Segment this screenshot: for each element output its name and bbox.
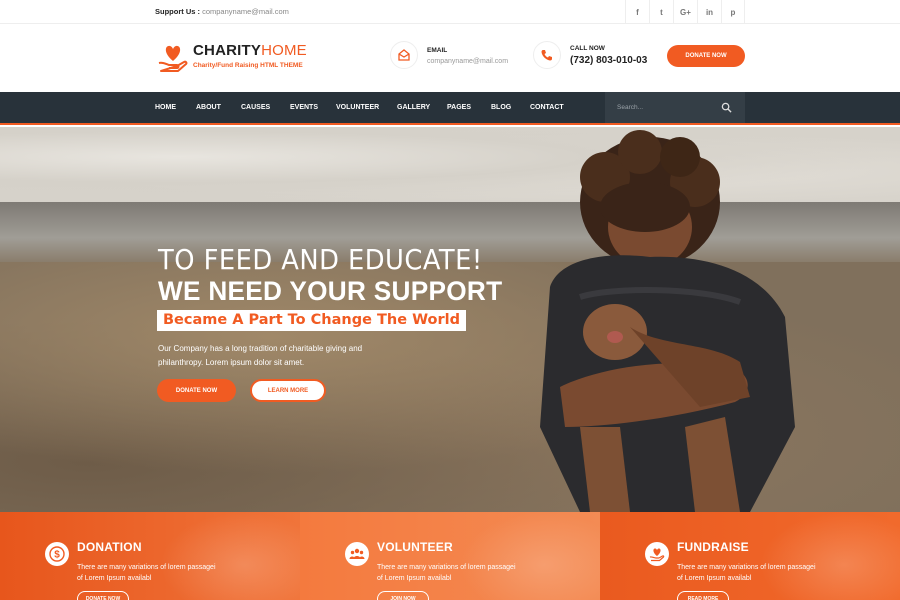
hero-heading-line2: WE NEED YOUR SUPPORT xyxy=(158,276,503,306)
social-links: f t G+ in p xyxy=(625,0,745,24)
nav-item-gallery[interactable]: GALLERY xyxy=(397,104,430,111)
hero-banner: TO FEED AND EDUCATE! WE NEED YOUR SUPPOR… xyxy=(0,127,900,512)
nav-item-about[interactable]: ABOUT xyxy=(196,104,221,111)
nav-item-pages[interactable]: PAGES xyxy=(447,104,471,111)
email-value[interactable]: companyname@mail.com xyxy=(427,58,508,65)
feature-donate-button[interactable]: DONATE NOW xyxy=(77,591,129,600)
twitter-icon[interactable]: t xyxy=(649,0,673,24)
logo-subtitle: Charity/Fund Raising HTML THEME xyxy=(193,62,303,69)
feature-text: There are many variations of lorem passa… xyxy=(77,564,216,582)
feature-photo-overlay xyxy=(160,512,300,600)
feature-volunteer: VOLUNTEER There are many variations of l… xyxy=(300,512,600,600)
linkedin-icon[interactable]: in xyxy=(697,0,721,24)
call-label: CALL NOW xyxy=(570,45,605,52)
site-header: CHARITYHOME Charity/Fund Raising HTML TH… xyxy=(0,24,900,92)
feature-fundraise: FUNDRAISE There are many variations of l… xyxy=(600,512,900,600)
nav-search xyxy=(605,92,745,123)
nav-item-contact[interactable]: CONTACT xyxy=(530,104,564,111)
feature-strip: $ DONATION There are many variations of … xyxy=(0,512,900,600)
feature-title: VOLUNTEER xyxy=(377,540,453,554)
top-bar: Support Us : companyname@mail.com f t G+… xyxy=(0,0,900,24)
phone-number[interactable]: (732) 803-010-03 xyxy=(570,55,647,66)
feature-join-button[interactable]: JOIN NOW xyxy=(377,591,429,600)
phone-icon xyxy=(533,41,561,69)
feature-donation: $ DONATION There are many variations of … xyxy=(0,512,300,600)
main-nav: HOME ABOUT CAUSES EVENTS VOLUNTEER GALLE… xyxy=(0,92,900,125)
logo-accent-text: HOME xyxy=(261,42,307,59)
feature-photo-overlay xyxy=(460,512,600,600)
email-label: EMAIL xyxy=(427,47,448,54)
hero-child-image xyxy=(540,130,795,512)
hero-donate-button[interactable]: DONATE NOW xyxy=(157,379,236,402)
pinterest-icon[interactable]: p xyxy=(721,0,745,24)
feature-title: DONATION xyxy=(77,540,142,554)
nav-item-events[interactable]: EVENTS xyxy=(290,104,318,111)
svg-text:$: $ xyxy=(54,550,60,561)
group-icon xyxy=(345,542,369,566)
support-label: Support Us : xyxy=(155,7,200,16)
heart-hand-icon xyxy=(645,542,669,566)
feature-text: There are many variations of lorem passa… xyxy=(377,564,516,582)
feature-text: There are many variations of lorem passa… xyxy=(677,564,816,582)
feature-title: FUNDRAISE xyxy=(677,540,749,554)
dollar-icon: $ xyxy=(45,542,69,566)
logo-title[interactable]: CHARITYHOME xyxy=(193,42,307,59)
nav-item-causes[interactable]: CAUSES xyxy=(241,104,270,111)
hero-description: Our Company has a long tradition of char… xyxy=(158,344,363,367)
google-plus-icon[interactable]: G+ xyxy=(673,0,697,24)
feature-read-more-button[interactable]: READ MORE xyxy=(677,591,729,600)
support-email-link[interactable]: companyname@mail.com xyxy=(202,7,289,16)
hero-heading-line1: TO FEED AND EDUCATE! xyxy=(158,243,483,276)
nav-item-volunteer[interactable]: VOLUNTEER xyxy=(336,104,379,111)
feature-photo-overlay xyxy=(760,512,900,600)
search-input[interactable] xyxy=(617,101,717,114)
nav-item-home[interactable]: HOME xyxy=(155,104,176,111)
hero-learn-more-button[interactable]: LEARN MORE xyxy=(250,379,326,402)
search-icon[interactable] xyxy=(721,102,732,113)
facebook-icon[interactable]: f xyxy=(625,0,649,24)
heart-hand-logo-icon[interactable] xyxy=(157,41,189,73)
header-donate-button[interactable]: DONATE NOW xyxy=(667,45,745,67)
email-icon xyxy=(390,41,418,69)
nav-item-blog[interactable]: BLOG xyxy=(491,104,511,111)
hero-tagline: Became A Part To Change The World xyxy=(157,310,467,331)
logo-main-text: CHARITY xyxy=(193,42,262,59)
support-info: Support Us : companyname@mail.com xyxy=(155,7,289,16)
